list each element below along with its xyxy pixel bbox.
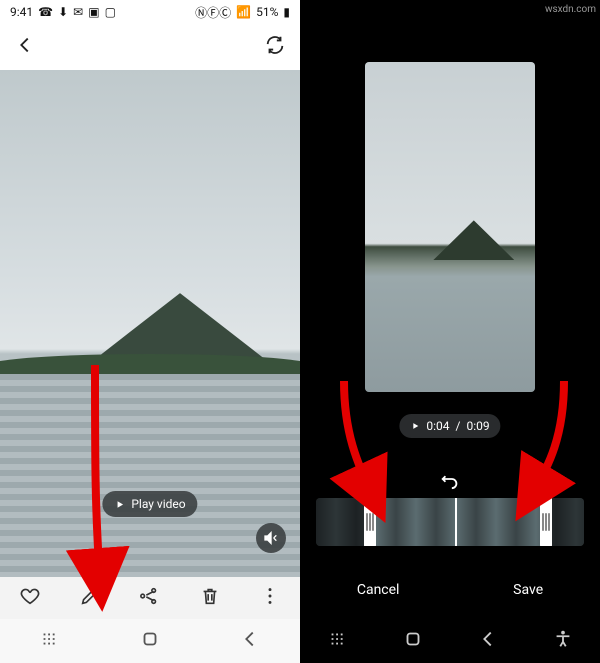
time-total: 0:09 (466, 419, 489, 433)
cancel-button[interactable]: Cancel (357, 582, 400, 598)
undo-icon (439, 468, 461, 490)
whatsapp-icon: ☎ (38, 5, 53, 19)
trim-handle-end[interactable] (540, 498, 552, 546)
top-bar (0, 24, 300, 70)
chat-icon: ✉ (73, 5, 83, 19)
trash-icon (199, 585, 221, 607)
timeline-thumbnails[interactable] (316, 498, 584, 546)
play-icon (410, 421, 420, 431)
battery-icon: ▮ (283, 5, 290, 19)
video-trim-screen: 0:04 / 0:09 Cancel Save (300, 0, 600, 663)
nav-bar (300, 619, 600, 663)
time-current: 0:04 (426, 419, 449, 433)
reset-trim-button[interactable] (439, 468, 461, 494)
favorite-button[interactable] (19, 585, 41, 611)
nav-bar (0, 619, 300, 663)
nav-home[interactable] (402, 628, 424, 654)
share-button[interactable] (139, 585, 161, 611)
home-icon (139, 628, 161, 650)
chevron-left-icon (14, 34, 36, 56)
gallery-viewer-screen: 9:41 ☎ ⬇ ✉ ▣ ▢ ⓃⒻⒸ 📶 51% ▮ (0, 0, 300, 663)
nav-home[interactable] (139, 628, 161, 654)
video-display[interactable]: Play video (0, 70, 300, 577)
sync-icon (264, 34, 286, 56)
smart-rotate-button[interactable] (264, 34, 286, 60)
heart-icon (19, 585, 41, 607)
action-bar (0, 577, 300, 619)
accessibility-icon (552, 628, 574, 650)
gallery-icon: ▢ (105, 5, 116, 19)
share-icon (139, 585, 161, 607)
recents-icon (39, 628, 61, 650)
back-icon (477, 628, 499, 650)
back-icon (239, 628, 261, 650)
video-preview[interactable] (365, 62, 535, 392)
play-icon (114, 499, 125, 510)
more-button[interactable] (259, 585, 281, 611)
download-icon: ⬇ (58, 5, 68, 19)
play-video-label: Play video (131, 497, 185, 511)
battery-text: 51% (256, 5, 278, 19)
more-vert-icon (259, 585, 281, 607)
back-button[interactable] (14, 34, 36, 60)
save-button[interactable]: Save (513, 582, 543, 598)
mute-button[interactable] (256, 523, 286, 553)
nav-back[interactable] (477, 628, 499, 654)
playback-time-pill[interactable]: 0:04 / 0:09 (399, 414, 500, 438)
delete-button[interactable] (199, 585, 221, 611)
nfc-icon: ⓃⒻⒸ (195, 4, 231, 21)
trim-timeline (316, 498, 584, 546)
nav-recents[interactable] (39, 628, 61, 654)
nav-accessibility[interactable] (552, 628, 574, 654)
editor-actions: Cancel Save (300, 561, 600, 619)
playhead[interactable] (455, 498, 457, 546)
pencil-icon (79, 585, 101, 607)
screenshot-icon: ▣ (88, 5, 99, 19)
signal-icon: 📶 (236, 5, 251, 19)
volume-off-icon (263, 530, 279, 546)
status-bar: 9:41 ☎ ⬇ ✉ ▣ ▢ ⓃⒻⒸ 📶 51% ▮ (0, 0, 300, 24)
home-icon (402, 628, 424, 650)
recents-icon (327, 628, 349, 650)
nav-back[interactable] (239, 628, 261, 654)
edit-button[interactable] (79, 585, 101, 611)
nav-recents[interactable] (327, 628, 349, 654)
play-video-button[interactable]: Play video (102, 491, 197, 517)
trim-handle-start[interactable] (364, 498, 376, 546)
watermark: wsxdn.com (545, 4, 596, 15)
status-time: 9:41 (10, 5, 33, 19)
